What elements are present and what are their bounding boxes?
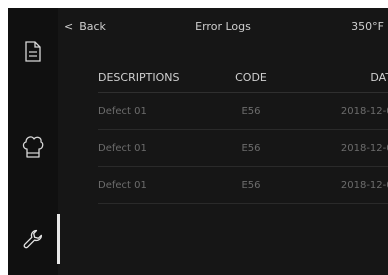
top-bar: < Back Error Logs 350°F bbox=[58, 14, 388, 38]
table-row[interactable]: Defect 01 E56 2018-12-04 bbox=[98, 167, 388, 204]
cell-code: E56 bbox=[241, 142, 261, 154]
table-header: DESCRIPTIONS CODE DATE bbox=[98, 62, 388, 93]
sidebar-item-service[interactable] bbox=[8, 214, 60, 264]
page-title: Error Logs bbox=[195, 20, 251, 33]
cell-date: 2018-12-04 bbox=[340, 105, 388, 117]
chef-hat-icon bbox=[22, 136, 44, 158]
column-header-descriptions: DESCRIPTIONS bbox=[98, 70, 180, 84]
device-screen: < Back Error Logs 350°F DESCRIPTIONS COD… bbox=[8, 8, 388, 275]
wrench-icon bbox=[23, 229, 43, 249]
temperature-readout: 350°F bbox=[351, 20, 384, 33]
error-log-table: DESCRIPTIONS CODE DATE Defect 01 E56 201… bbox=[98, 62, 388, 204]
table-row[interactable]: Defect 01 E56 2018-12-04 bbox=[98, 130, 388, 167]
cell-date: 2018-12-04 bbox=[340, 142, 388, 154]
table-row[interactable]: Defect 01 E56 2018-12-04 bbox=[98, 93, 388, 130]
cell-date: 2018-12-04 bbox=[340, 179, 388, 191]
cell-description: Defect 01 bbox=[98, 142, 147, 154]
cell-description: Defect 01 bbox=[98, 179, 147, 191]
cell-code: E56 bbox=[241, 179, 261, 191]
cell-description: Defect 01 bbox=[98, 105, 147, 117]
document-icon bbox=[25, 40, 41, 62]
column-header-date: DATE bbox=[370, 70, 388, 84]
cell-code: E56 bbox=[241, 105, 261, 117]
sidebar bbox=[8, 8, 60, 275]
main-panel: < Back Error Logs 350°F DESCRIPTIONS COD… bbox=[58, 8, 388, 275]
sidebar-item-recipes[interactable] bbox=[8, 122, 58, 172]
sidebar-item-documents[interactable] bbox=[8, 26, 58, 76]
column-header-code: CODE bbox=[235, 70, 267, 84]
